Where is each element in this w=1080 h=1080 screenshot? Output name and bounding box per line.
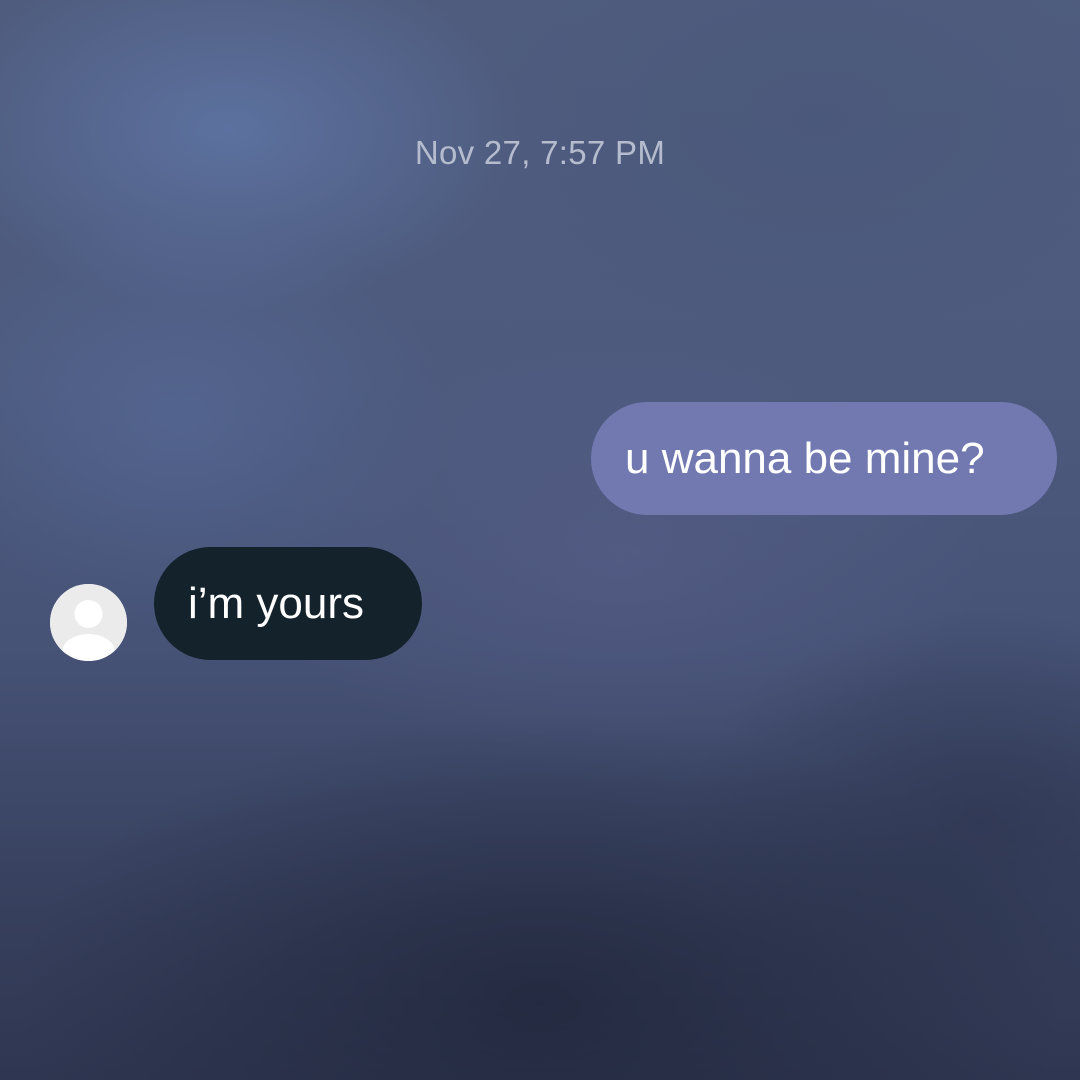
sent-message-bubble[interactable]: u wanna be mine? <box>591 402 1057 515</box>
received-message-bubble[interactable]: i’m yours <box>154 547 422 660</box>
message-timestamp: Nov 27, 7:57 PM <box>414 134 666 171</box>
received-message-text: i’m yours <box>188 578 365 628</box>
sent-message-text: u wanna be mine? <box>625 433 985 483</box>
chat-view: Nov 27, 7:57 PM u wanna be mine? i’m you… <box>0 0 1080 1080</box>
person-icon <box>50 584 127 661</box>
contact-avatar-icon[interactable] <box>50 584 127 661</box>
